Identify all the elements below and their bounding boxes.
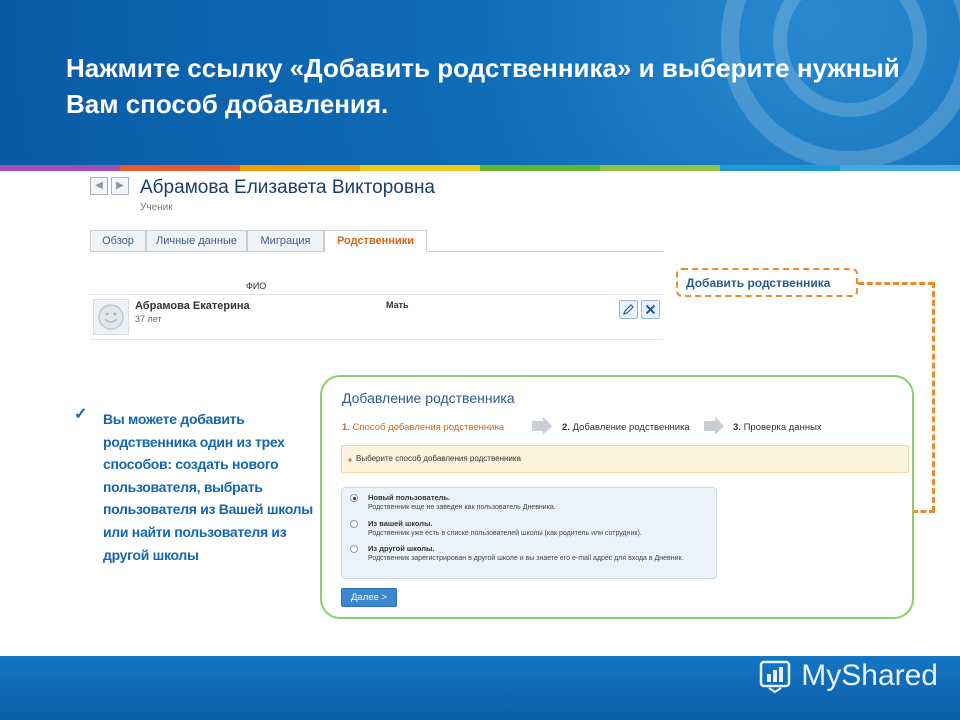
radio-button[interactable] bbox=[350, 520, 358, 528]
slide-header: Нажмите ссылку «Добавить родственника» и… bbox=[0, 0, 960, 165]
step-label: Проверка данных bbox=[743, 422, 822, 433]
option-desc: Родственник зарегистрирован в другой шко… bbox=[368, 555, 684, 562]
option-title: Новый пользователь. bbox=[368, 493, 451, 502]
stripe-segment bbox=[360, 165, 480, 171]
column-header-fio: ФИО bbox=[246, 281, 267, 291]
step-number: 2. bbox=[562, 422, 570, 433]
option-title: Из вашей школы. bbox=[368, 519, 433, 528]
stripe-segment bbox=[720, 165, 840, 171]
forward-arrow-icon[interactable]: ▶ bbox=[111, 177, 129, 195]
radio-button[interactable] bbox=[350, 545, 358, 553]
bullet-dot-icon bbox=[348, 458, 352, 462]
delete-icon[interactable] bbox=[641, 300, 660, 319]
dialog-title: Добавление родственника bbox=[342, 390, 515, 406]
options-panel: Новый пользователь. Родственник еще не з… bbox=[341, 487, 717, 579]
step-arrow-icon bbox=[704, 417, 724, 435]
tab-overview[interactable]: Обзор bbox=[90, 230, 146, 251]
relative-relation: Мать bbox=[386, 300, 409, 310]
notice-text: Выберите способ добавления родственника bbox=[356, 454, 521, 463]
edit-pencil-icon[interactable] bbox=[619, 300, 638, 319]
bullet-text: Вы можете добавить родственника один из … bbox=[103, 411, 313, 563]
step-label: Добавление родственника bbox=[572, 422, 690, 433]
option-desc: Родственник уже есть в списке пользовате… bbox=[368, 530, 642, 537]
avatar bbox=[93, 299, 129, 335]
stripe-segment bbox=[0, 165, 120, 171]
connector-line bbox=[932, 282, 935, 512]
brand-logo: MyShared bbox=[757, 658, 938, 694]
table-row: Абрамова Екатерина 37 лет Мать bbox=[90, 294, 663, 340]
checkmark-icon: ✓ bbox=[74, 406, 88, 423]
back-arrow-icon[interactable]: ◀ bbox=[90, 177, 108, 195]
add-relative-dialog: Добавление родственника 1. Способ добавл… bbox=[320, 375, 914, 619]
tab-personal-data[interactable]: Личные данные bbox=[146, 230, 247, 251]
connector-line bbox=[912, 510, 935, 513]
slide-title: Нажмите ссылку «Добавить родственника» и… bbox=[66, 53, 900, 119]
stripe-segment bbox=[480, 165, 600, 171]
smiley-avatar-icon bbox=[98, 304, 124, 330]
option-title: Из другой школы. bbox=[368, 544, 435, 553]
tab-migration[interactable]: Миграция bbox=[247, 230, 324, 251]
step-2: 2. Добавление родственника bbox=[562, 422, 690, 433]
relative-name: Абрамова Екатерина bbox=[135, 300, 250, 312]
step-1: 1. Способ добавления родственника bbox=[342, 422, 504, 433]
history-nav: ◀ ▶ bbox=[90, 177, 129, 195]
brand-name: MyShared bbox=[801, 659, 938, 692]
relative-age: 37 лет bbox=[135, 314, 162, 324]
add-relative-highlight: Добавить родственника bbox=[676, 268, 858, 297]
stripe-segment bbox=[840, 165, 960, 171]
step-number: 1. bbox=[342, 422, 350, 433]
step-arrow-icon bbox=[532, 417, 552, 435]
stripe-segment bbox=[240, 165, 360, 171]
step-label: Способ добавления родственника bbox=[352, 422, 505, 433]
next-button[interactable]: Далее > bbox=[341, 588, 397, 607]
profile-name: Абрамова Елизавета Викторовна bbox=[140, 177, 436, 198]
myshared-logo-icon bbox=[760, 660, 791, 694]
radio-button[interactable] bbox=[350, 494, 358, 502]
connector-line bbox=[858, 282, 934, 285]
option-desc: Родственник еще не заведен как пользоват… bbox=[368, 504, 556, 511]
step-3: 3. Проверка данных bbox=[733, 422, 822, 433]
profile-tabs: Обзор Личные данные Миграция Родственник… bbox=[90, 230, 663, 252]
step-number: 3. bbox=[733, 422, 741, 433]
stripe-segment bbox=[600, 165, 720, 171]
stripe-segment bbox=[120, 165, 240, 171]
tab-relatives[interactable]: Родственники bbox=[324, 230, 427, 252]
notice-box: Выберите способ добавления родственника bbox=[341, 445, 909, 473]
profile-role: Ученик bbox=[140, 202, 173, 213]
add-relative-link[interactable]: Добавить родственника bbox=[686, 276, 830, 290]
